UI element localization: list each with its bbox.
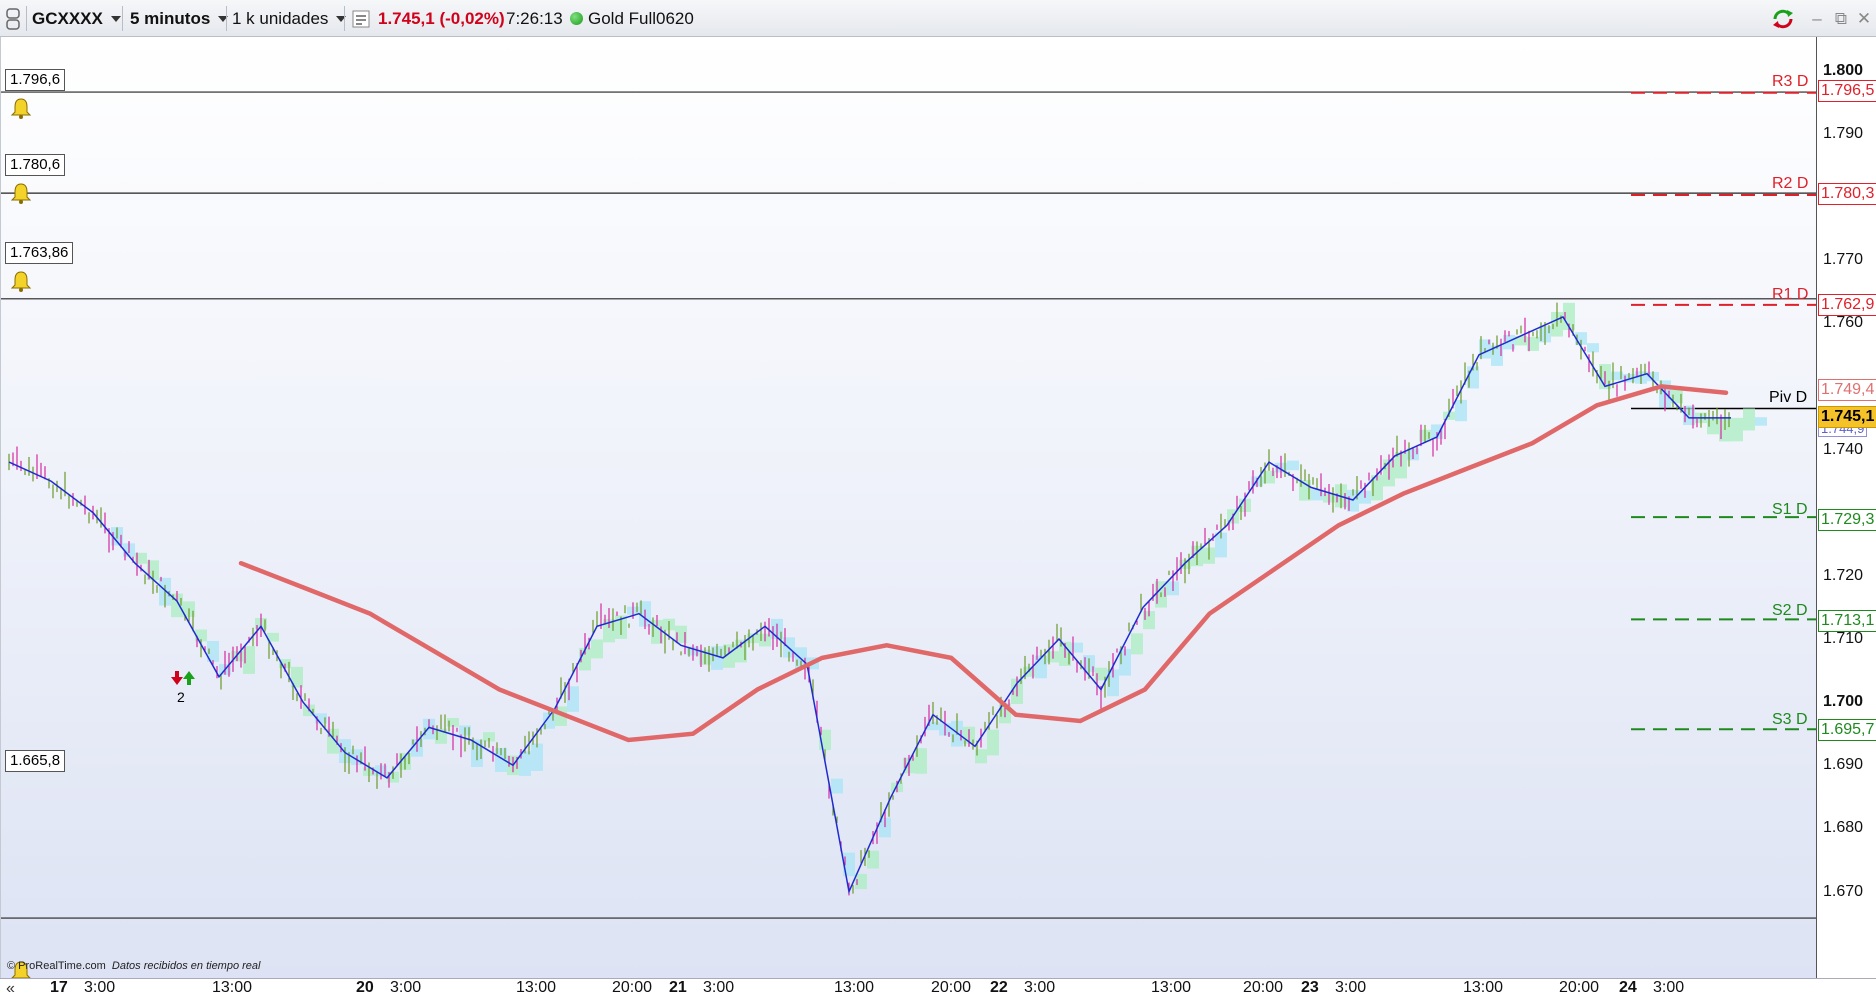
- ma-value-tag: 1.749,4: [1818, 379, 1876, 401]
- time-tick: 13:00: [1151, 979, 1192, 996]
- time-tick: 20:00: [931, 979, 972, 996]
- price-tick: 1.760: [1823, 314, 1864, 332]
- pivot-label-r2: R2 D: [1772, 175, 1809, 192]
- price-tick: 1.700: [1823, 693, 1864, 711]
- instrument-label: GCXXXX: [32, 8, 103, 28]
- alert-level-3[interactable]: 1.763,86: [5, 242, 74, 264]
- status-dot-icon: [570, 12, 583, 25]
- time-tick: 13:00: [212, 979, 253, 996]
- alert-level-1[interactable]: 1.796,6: [5, 69, 66, 91]
- time-tick: 3:00: [390, 979, 422, 996]
- time-tick: 20:00: [1559, 979, 1600, 996]
- cloud-segment: [591, 639, 603, 659]
- price-tick: 1.770: [1823, 251, 1864, 269]
- pivot-tag-s3: 1.695,7: [1818, 719, 1876, 741]
- chevron-down-icon: [110, 15, 121, 22]
- restore-icon[interactable]: ⧉: [1830, 0, 1852, 37]
- cloud-segment: [1731, 417, 1743, 442]
- contract-info: Gold Full0620: [570, 0, 694, 37]
- cloud-segment: [531, 743, 543, 771]
- pivot-tag-s2: 1.713,1: [1818, 610, 1876, 632]
- scroll-left-icon[interactable]: «: [6, 980, 15, 998]
- price-tick: 1.670: [1823, 882, 1864, 900]
- pivot-label-r1: R1 D: [1772, 286, 1809, 303]
- time-tick: 3:00: [1335, 979, 1367, 996]
- pivot-label-s1: S1 D: [1772, 501, 1808, 518]
- instrument-selector[interactable]: GCXXXX: [32, 0, 121, 37]
- alert-lines: [1, 91, 1817, 919]
- pivot-tag-r2: 1.780,3: [1818, 183, 1876, 205]
- refresh-icon[interactable]: [1770, 0, 1796, 37]
- bell-icon[interactable]: [10, 97, 32, 119]
- cloud-segment: [831, 778, 843, 794]
- timeframe-label: 5 minutos: [130, 8, 211, 28]
- time-tick: 3:00: [1653, 979, 1685, 996]
- price-chart: [1, 91, 1817, 919]
- contract-label: Gold Full0620: [588, 8, 694, 28]
- bell-icon[interactable]: [10, 182, 32, 204]
- units-label: 1 k unidades: [232, 8, 329, 28]
- cloud-segment: [1587, 343, 1599, 353]
- cloud-segment: [987, 729, 999, 756]
- time-tick: 20:00: [612, 979, 653, 996]
- time-tick: 21: [669, 979, 687, 996]
- moving-average-line: [238, 384, 1729, 743]
- close-icon[interactable]: ✕: [1853, 0, 1875, 37]
- cloud-segment: [1743, 408, 1755, 431]
- pivot-label-s3: S3 D: [1772, 711, 1808, 728]
- time-tick: 13:00: [1463, 979, 1504, 996]
- chart-toolbar: GCXXXX 5 minutos 1 k unidades 1.745,1 (-…: [0, 0, 1876, 37]
- price-tick: 1.740: [1823, 440, 1864, 458]
- signal-arrows-icon[interactable]: [171, 671, 195, 685]
- cloud-segment: [1287, 460, 1299, 471]
- window-menu-icon[interactable]: [6, 0, 20, 37]
- cloud-segment: [1131, 633, 1143, 655]
- time-tick: 3:00: [703, 979, 735, 996]
- pivot-label-s2: S2 D: [1772, 602, 1808, 619]
- pivot-tag-r3: 1.796,5: [1818, 80, 1876, 102]
- pivot-tag-r1: 1.762,9: [1818, 294, 1876, 316]
- time-tick: 23: [1301, 979, 1319, 996]
- price-tick: 1.710: [1823, 629, 1864, 647]
- last-price-tag: 1.745,1: [1818, 406, 1876, 428]
- alert-level-2[interactable]: 1.780,6: [5, 154, 66, 176]
- time-tick: 13:00: [516, 979, 557, 996]
- time-tick: 13:00: [834, 979, 875, 996]
- pivot-tag-s1: 1.729,3: [1818, 509, 1876, 531]
- time-tick: 20: [356, 979, 374, 996]
- candles: [8, 302, 1730, 896]
- alert-level-4[interactable]: 1.665,8: [5, 750, 66, 772]
- clock-time: 7:26:13: [506, 8, 563, 28]
- minimize-icon[interactable]: –: [1806, 0, 1828, 37]
- price-tick: 1.680: [1823, 819, 1864, 837]
- time-tick: 3:00: [1024, 979, 1056, 996]
- data-source-note: © ProRealTime.com Datos recibidos en tie…: [7, 960, 260, 972]
- ichimoku-cloud: [111, 302, 1767, 890]
- price-tick: 1.720: [1823, 566, 1864, 584]
- units-selector[interactable]: 1 k unidades: [232, 0, 347, 37]
- time-tick: 17: [50, 979, 68, 996]
- pivot-label-r3: R3 D: [1772, 73, 1809, 90]
- price-line: [8, 315, 1731, 895]
- pivot-label-piv: Piv D: [1769, 389, 1808, 406]
- time-tick: 22: [990, 979, 1008, 996]
- price-tick: 1.800: [1823, 61, 1864, 79]
- price-change: 1.745,1 (-0,02%): [378, 8, 505, 28]
- cloud-segment: [1755, 417, 1767, 426]
- time-tick: 24: [1619, 979, 1637, 996]
- site-label: © ProRealTime.com: [7, 960, 106, 972]
- time-tick: 20:00: [1243, 979, 1284, 996]
- bell-icon[interactable]: [10, 270, 32, 292]
- time-tick: 3:00: [84, 979, 116, 996]
- timeframe-selector[interactable]: 5 minutos: [130, 0, 229, 37]
- price-tick: 1.790: [1823, 124, 1864, 142]
- chart-settings-icon[interactable]: [352, 0, 370, 37]
- price-tick: 1.690: [1823, 756, 1864, 774]
- realtime-note: Datos recibidos en tiempo real: [111, 960, 261, 972]
- price-chart-area[interactable]: 1.796,6 1.780,6 1.763,86 1.665,8 R3 D R2…: [0, 37, 1817, 982]
- signal-count: 2: [177, 689, 185, 705]
